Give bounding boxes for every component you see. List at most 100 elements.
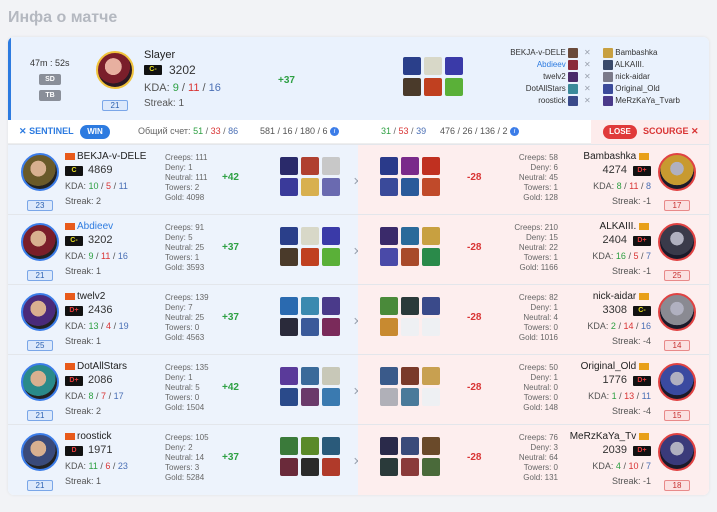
- item-icon[interactable]: [422, 227, 440, 245]
- hero-avatar[interactable]: [658, 293, 696, 331]
- item-icon[interactable]: [301, 248, 319, 266]
- item-icon[interactable]: [380, 248, 398, 266]
- item-icon[interactable]: [280, 458, 298, 476]
- item-icon[interactable]: [401, 297, 419, 315]
- item-icon[interactable]: [401, 367, 419, 385]
- item-icon[interactable]: [280, 297, 298, 315]
- item-icon[interactable]: [322, 248, 340, 266]
- item-icon[interactable]: [422, 367, 440, 385]
- item-icon[interactable]: [322, 458, 340, 476]
- item-icon[interactable]: [403, 57, 421, 75]
- item-icon[interactable]: [401, 227, 419, 245]
- player-name[interactable]: Slayer: [144, 49, 175, 61]
- item-icon[interactable]: [322, 437, 340, 455]
- item-icon[interactable]: [301, 388, 319, 406]
- info-icon[interactable]: i: [330, 127, 340, 137]
- left-player-link[interactable]: twelv2: [508, 71, 578, 83]
- item-icon[interactable]: [445, 78, 463, 96]
- hero-icon: [603, 95, 613, 106]
- item-icon[interactable]: [301, 367, 319, 385]
- item-icon[interactable]: [301, 297, 319, 315]
- hero-avatar[interactable]: [96, 51, 134, 89]
- left-player-link[interactable]: BEKJA-v-DELE: [508, 47, 578, 59]
- item-icon[interactable]: [401, 178, 419, 196]
- player-name[interactable]: nick-aidar: [593, 291, 651, 302]
- item-icon[interactable]: [380, 157, 398, 175]
- item-icon[interactable]: [401, 388, 419, 406]
- item-icon[interactable]: [280, 157, 298, 175]
- hero-avatar[interactable]: [21, 363, 59, 401]
- player-name[interactable]: ALKAIII.: [600, 221, 651, 232]
- item-icon[interactable]: [380, 437, 398, 455]
- right-player-link[interactable]: Original_Old: [603, 83, 703, 95]
- item-icon[interactable]: [301, 157, 319, 175]
- left-player-link[interactable]: DotAllStars: [508, 83, 578, 95]
- item-icon[interactable]: [380, 227, 398, 245]
- item-icon[interactable]: [422, 248, 440, 266]
- item-icon[interactable]: [301, 178, 319, 196]
- player-name[interactable]: Bambashka: [583, 151, 651, 162]
- item-icon[interactable]: [301, 437, 319, 455]
- item-icon[interactable]: [322, 367, 340, 385]
- item-icon[interactable]: [280, 248, 298, 266]
- hero-avatar[interactable]: [21, 293, 59, 331]
- hero-avatar[interactable]: [658, 223, 696, 261]
- hero-avatar[interactable]: [21, 433, 59, 471]
- item-icon[interactable]: [380, 367, 398, 385]
- player-stats: Creeps: 135 Deny: 1 Neutral: 5 Towers: 0 Gol…: [165, 363, 209, 413]
- item-icon[interactable]: [322, 297, 340, 315]
- item-icon[interactable]: [280, 318, 298, 336]
- item-icon[interactable]: [401, 458, 419, 476]
- item-icon[interactable]: [424, 57, 442, 75]
- item-icon[interactable]: [445, 57, 463, 75]
- item-icon[interactable]: [380, 178, 398, 196]
- item-icon[interactable]: [401, 437, 419, 455]
- item-icon[interactable]: [322, 157, 340, 175]
- info-icon[interactable]: i: [510, 127, 520, 137]
- item-icon[interactable]: [301, 227, 319, 245]
- item-icon[interactable]: [380, 318, 398, 336]
- item-icon[interactable]: [280, 178, 298, 196]
- item-icon[interactable]: [280, 388, 298, 406]
- hero-avatar[interactable]: [658, 363, 696, 401]
- item-icon[interactable]: [403, 78, 421, 96]
- item-icon[interactable]: [322, 318, 340, 336]
- hero-avatar[interactable]: [658, 433, 696, 471]
- player-name[interactable]: Abdieev: [65, 221, 113, 232]
- right-player-link[interactable]: ALKAIII.: [603, 59, 703, 71]
- item-icon[interactable]: [424, 78, 442, 96]
- player-name[interactable]: BEKJA-v-DELE: [65, 151, 146, 162]
- hero-avatar[interactable]: [658, 153, 696, 191]
- left-player-link[interactable]: roostick: [508, 95, 578, 107]
- player-name[interactable]: MeRzKaYa_Tv: [570, 431, 651, 442]
- right-player-link[interactable]: Bambashka: [603, 47, 703, 59]
- player-name[interactable]: twelv2: [65, 291, 105, 302]
- item-icon[interactable]: [422, 437, 440, 455]
- left-player-link[interactable]: Abdieev: [508, 59, 578, 71]
- item-icon[interactable]: [422, 458, 440, 476]
- item-icon[interactable]: [422, 157, 440, 175]
- item-icon[interactable]: [280, 227, 298, 245]
- item-icon[interactable]: [322, 227, 340, 245]
- item-icon[interactable]: [301, 458, 319, 476]
- player-row: 25 twelv2 D+ 2436 KDA: 13 / 4 / 19 Streak: 1 C…: [8, 284, 709, 355]
- item-icon[interactable]: [401, 248, 419, 266]
- player-name[interactable]: Original_Old: [581, 361, 651, 372]
- item-icon[interactable]: [380, 458, 398, 476]
- item-icon[interactable]: [280, 367, 298, 385]
- item-icon[interactable]: [322, 388, 340, 406]
- item-icon[interactable]: [322, 178, 340, 196]
- item-icon[interactable]: [401, 157, 419, 175]
- hero-avatar[interactable]: [21, 153, 59, 191]
- item-icon[interactable]: [280, 437, 298, 455]
- right-player-link[interactable]: nick-aidar: [603, 71, 703, 83]
- right-player-link[interactable]: MeRzKaYa_Tvarb: [603, 95, 703, 107]
- hero-avatar[interactable]: [21, 223, 59, 261]
- item-icon[interactable]: [380, 297, 398, 315]
- item-icon[interactable]: [301, 318, 319, 336]
- item-icon[interactable]: [422, 178, 440, 196]
- item-icon[interactable]: [380, 388, 398, 406]
- player-name[interactable]: DotAllStars: [65, 361, 127, 372]
- player-name[interactable]: roostick: [65, 431, 111, 442]
- item-icon[interactable]: [422, 297, 440, 315]
